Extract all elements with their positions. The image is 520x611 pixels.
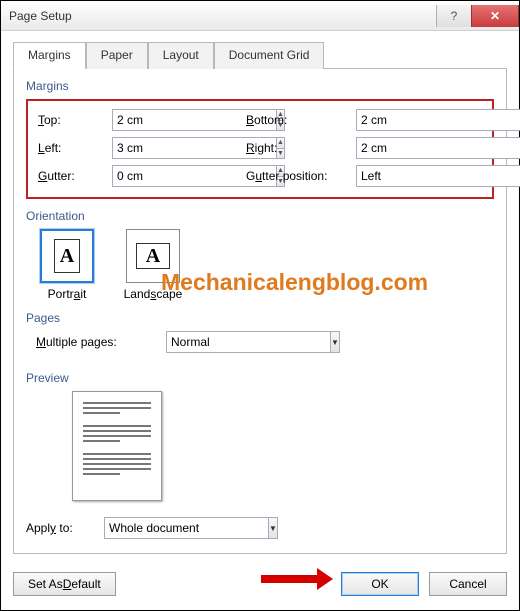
- titlebar-buttons: ? ✕: [436, 5, 519, 27]
- landscape-label: Landscape: [124, 287, 183, 301]
- page-setup-dialog: Page Setup ? ✕ Margins Paper Layout Docu…: [0, 0, 520, 611]
- margins-highlight-box: Top: ▲▼ Bottom: ▲▼ Left:: [26, 99, 494, 199]
- titlebar: Page Setup ? ✕: [1, 1, 519, 31]
- apply-to-row: Apply to: ▼: [26, 517, 494, 539]
- top-label: Top:: [38, 113, 112, 127]
- gutter-spinner[interactable]: ▲▼: [112, 165, 208, 187]
- landscape-icon: A: [126, 229, 180, 283]
- close-button[interactable]: ✕: [471, 5, 519, 27]
- tab-document-grid[interactable]: Document Grid: [214, 42, 325, 69]
- gutter-position-combo[interactable]: ▼: [356, 165, 452, 187]
- portrait-icon: A: [40, 229, 94, 283]
- right-label: Right:: [246, 141, 356, 155]
- dialog-body: Margins Paper Layout Document Grid Margi…: [1, 31, 519, 608]
- ok-button[interactable]: OK: [341, 572, 419, 596]
- orientation-group: Orientation A Portrait A Landscape: [26, 209, 494, 301]
- orientation-portrait[interactable]: A Portrait: [36, 229, 98, 301]
- gutter-label: Gutter:: [38, 169, 112, 183]
- help-button[interactable]: ?: [436, 5, 471, 27]
- multiple-pages-value[interactable]: [166, 331, 330, 353]
- annotation-arrow-icon: [261, 568, 333, 590]
- tab-paper[interactable]: Paper: [86, 42, 148, 69]
- preview-page-icon: [72, 391, 162, 501]
- preview-group-label: Preview: [26, 371, 494, 385]
- bottom-input[interactable]: [356, 109, 520, 131]
- margins-group-label: Margins: [26, 79, 494, 93]
- top-spinner[interactable]: ▲▼: [112, 109, 208, 131]
- pages-group-label: Pages: [26, 311, 494, 325]
- tab-strip: Margins Paper Layout Document Grid: [13, 41, 507, 69]
- orientation-group-label: Orientation: [26, 209, 494, 223]
- set-as-default-button[interactable]: Set As Default: [13, 572, 116, 596]
- apply-to-value[interactable]: [104, 517, 268, 539]
- tab-layout[interactable]: Layout: [148, 42, 214, 69]
- window-title: Page Setup: [9, 9, 436, 23]
- close-icon: ✕: [490, 9, 500, 23]
- gutter-position-value[interactable]: [356, 165, 520, 187]
- preview-group: Preview: [26, 371, 494, 501]
- right-spinner[interactable]: ▲▼: [356, 137, 452, 159]
- apply-to-label: Apply to:: [26, 521, 104, 535]
- help-icon: ?: [451, 9, 458, 23]
- pages-group: Pages Multiple pages: ▼: [26, 311, 494, 353]
- bottom-spinner[interactable]: ▲▼: [356, 109, 452, 131]
- chevron-down-icon[interactable]: ▼: [330, 331, 340, 353]
- dialog-buttons: Set As Default OK Cancel: [13, 572, 507, 596]
- multiple-pages-label: Multiple pages:: [36, 335, 166, 349]
- left-spinner[interactable]: ▲▼: [112, 137, 208, 159]
- bottom-label: Bottom:: [246, 113, 356, 127]
- cancel-button[interactable]: Cancel: [429, 572, 507, 596]
- apply-to-combo[interactable]: ▼: [104, 517, 260, 539]
- right-input[interactable]: [356, 137, 520, 159]
- tab-margins[interactable]: Margins: [13, 42, 86, 69]
- portrait-label: Portrait: [48, 287, 87, 301]
- multiple-pages-combo[interactable]: ▼: [166, 331, 322, 353]
- tab-page-margins: Margins Top: ▲▼ Bottom: ▲▼ Left: [13, 69, 507, 554]
- gutter-position-label: Gutter position:: [246, 169, 356, 183]
- orientation-landscape[interactable]: A Landscape: [122, 229, 184, 301]
- left-label: Left:: [38, 141, 112, 155]
- chevron-down-icon[interactable]: ▼: [268, 517, 278, 539]
